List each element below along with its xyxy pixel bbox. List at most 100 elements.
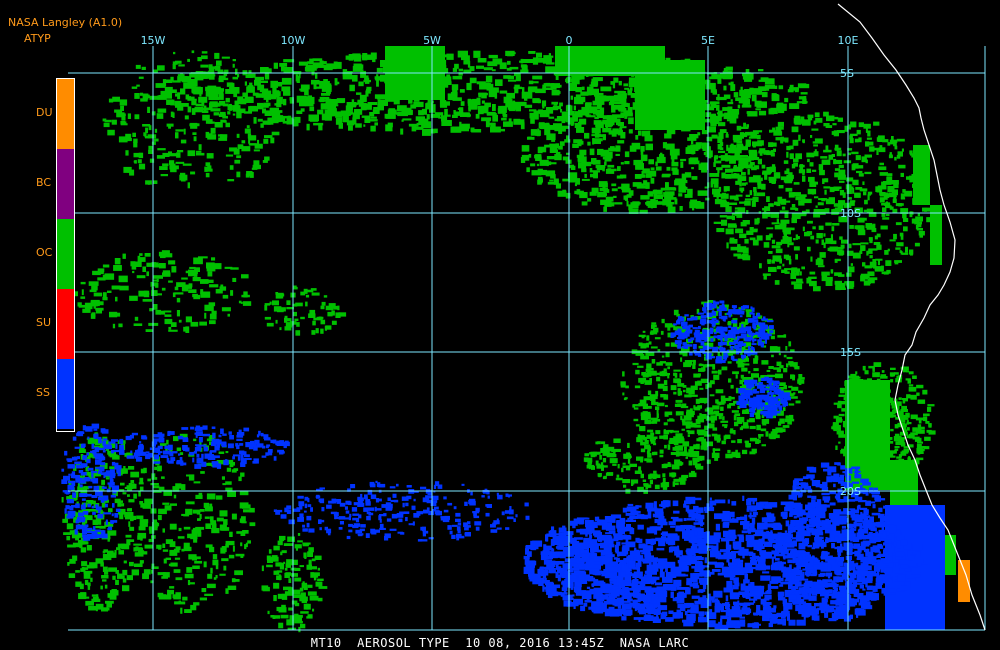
aerosol-pixel bbox=[751, 132, 759, 135]
aerosol-pixel bbox=[766, 196, 770, 202]
aerosol-pixel bbox=[227, 491, 236, 497]
aerosol-pixel bbox=[895, 222, 902, 226]
aerosol-pixel bbox=[727, 106, 733, 110]
aerosol-pixel bbox=[783, 368, 788, 373]
aerosol-pixel bbox=[615, 145, 620, 150]
aerosol-pixel bbox=[166, 123, 174, 127]
aerosol-pixel bbox=[555, 533, 561, 536]
aerosol-pixel bbox=[771, 557, 774, 564]
aerosol-pixel bbox=[554, 118, 561, 122]
aerosol-pixel bbox=[309, 106, 315, 112]
aerosol-pixel bbox=[648, 159, 654, 165]
aerosol-pixel bbox=[894, 156, 897, 161]
aerosol-pixel bbox=[127, 494, 130, 497]
aerosol-pixel bbox=[421, 121, 432, 128]
aerosol-pixel bbox=[774, 201, 779, 206]
aerosol-pixel bbox=[300, 291, 306, 296]
aerosol-pixel bbox=[735, 228, 744, 234]
aerosol-pixel bbox=[621, 467, 624, 473]
aerosol-pixel bbox=[740, 190, 743, 193]
aerosol-pixel bbox=[134, 316, 139, 321]
aerosol-pixel bbox=[673, 372, 677, 376]
aerosol-pixel bbox=[548, 116, 555, 119]
aerosol-pixel bbox=[789, 103, 800, 109]
aerosol-pixel bbox=[145, 127, 148, 134]
aerosol-pixel bbox=[458, 68, 463, 72]
aerosol-pixel bbox=[273, 595, 277, 602]
aerosol-pixel bbox=[180, 607, 183, 614]
aerosol-pixel bbox=[313, 66, 317, 71]
aerosol-pixel bbox=[914, 242, 920, 247]
aerosol-pixel bbox=[737, 421, 743, 424]
aerosol-pixel bbox=[658, 67, 666, 73]
aerosol-pixel bbox=[175, 129, 184, 132]
aerosol-pixel bbox=[164, 79, 173, 83]
aerosol-pixel bbox=[800, 92, 808, 95]
aerosol-pixel bbox=[311, 79, 320, 85]
aerosol-pixel bbox=[771, 239, 776, 244]
aerosol-pixel bbox=[704, 364, 713, 367]
aerosol-pixel bbox=[693, 124, 697, 129]
aerosol-pixel bbox=[698, 598, 708, 605]
aerosol-pixel bbox=[261, 585, 269, 591]
aerosol-pixel bbox=[675, 379, 682, 384]
aerosol-pixel bbox=[387, 78, 391, 85]
aerosol-pixel bbox=[737, 104, 741, 109]
aerosol-pixel bbox=[719, 549, 731, 553]
aerosol-pixel bbox=[240, 542, 243, 547]
aerosol-pixel bbox=[592, 159, 601, 165]
aerosol-pixel bbox=[553, 103, 558, 106]
aerosol-pixel bbox=[665, 57, 671, 64]
aerosol-pixel bbox=[68, 573, 76, 578]
aerosol-pixel bbox=[294, 116, 301, 123]
aerosol-pixel bbox=[239, 491, 249, 496]
aerosol-pixel bbox=[708, 300, 714, 303]
aerosol-pixel bbox=[731, 109, 740, 115]
aerosol-pixel bbox=[857, 165, 864, 169]
aerosol-pixel bbox=[691, 176, 698, 180]
aerosol-pixel bbox=[696, 457, 703, 461]
aerosol-pixel bbox=[100, 562, 104, 567]
aerosol-pixel bbox=[232, 59, 236, 62]
aerosol-pixel bbox=[398, 52, 402, 57]
aerosol-pixel bbox=[655, 166, 662, 171]
aerosol-patch bbox=[713, 111, 931, 292]
aerosol-pixel bbox=[86, 564, 95, 569]
aerosol-pixel bbox=[535, 170, 538, 175]
aerosol-pixel bbox=[138, 163, 146, 170]
aerosol-pixel bbox=[751, 373, 759, 378]
aerosol-pixel bbox=[537, 179, 542, 185]
aerosol-pixel bbox=[843, 160, 852, 164]
aerosol-pixel bbox=[452, 97, 459, 101]
aerosol-pixel bbox=[778, 352, 781, 356]
aerosol-pixel bbox=[798, 200, 805, 206]
aerosol-pixel bbox=[673, 579, 682, 587]
aerosol-pixel bbox=[358, 101, 363, 107]
aerosol-pixel bbox=[646, 363, 652, 369]
aerosol-pixel bbox=[426, 79, 432, 85]
aerosol-pixel bbox=[204, 312, 207, 319]
aerosol-pixel bbox=[860, 245, 866, 251]
aerosol-pixel bbox=[313, 317, 320, 321]
aerosol-pixel bbox=[352, 74, 358, 82]
aerosol-pixel bbox=[211, 528, 220, 534]
aerosol-pixel bbox=[172, 292, 176, 298]
aerosol-pixel bbox=[709, 497, 712, 501]
aerosol-pixel bbox=[446, 74, 451, 77]
aerosol-pixel bbox=[562, 178, 569, 182]
aerosol-pixel bbox=[675, 112, 680, 117]
aerosol-pixel bbox=[358, 81, 364, 87]
aerosol-pixel bbox=[294, 544, 302, 549]
aerosol-pixel bbox=[724, 434, 731, 439]
aerosol-pixel bbox=[611, 188, 618, 192]
aerosol-pixel bbox=[132, 270, 135, 274]
aerosol-pixel bbox=[662, 385, 668, 392]
aerosol-pixel bbox=[670, 591, 674, 598]
aerosol-pixel bbox=[162, 502, 170, 505]
aerosol-pixel bbox=[313, 122, 324, 126]
aerosol-pixel bbox=[231, 513, 237, 520]
aerosol-pixel bbox=[650, 346, 658, 349]
aerosol-pixel bbox=[157, 95, 167, 100]
aerosol-pixel bbox=[693, 453, 699, 458]
aerosol-pixel bbox=[182, 596, 188, 601]
